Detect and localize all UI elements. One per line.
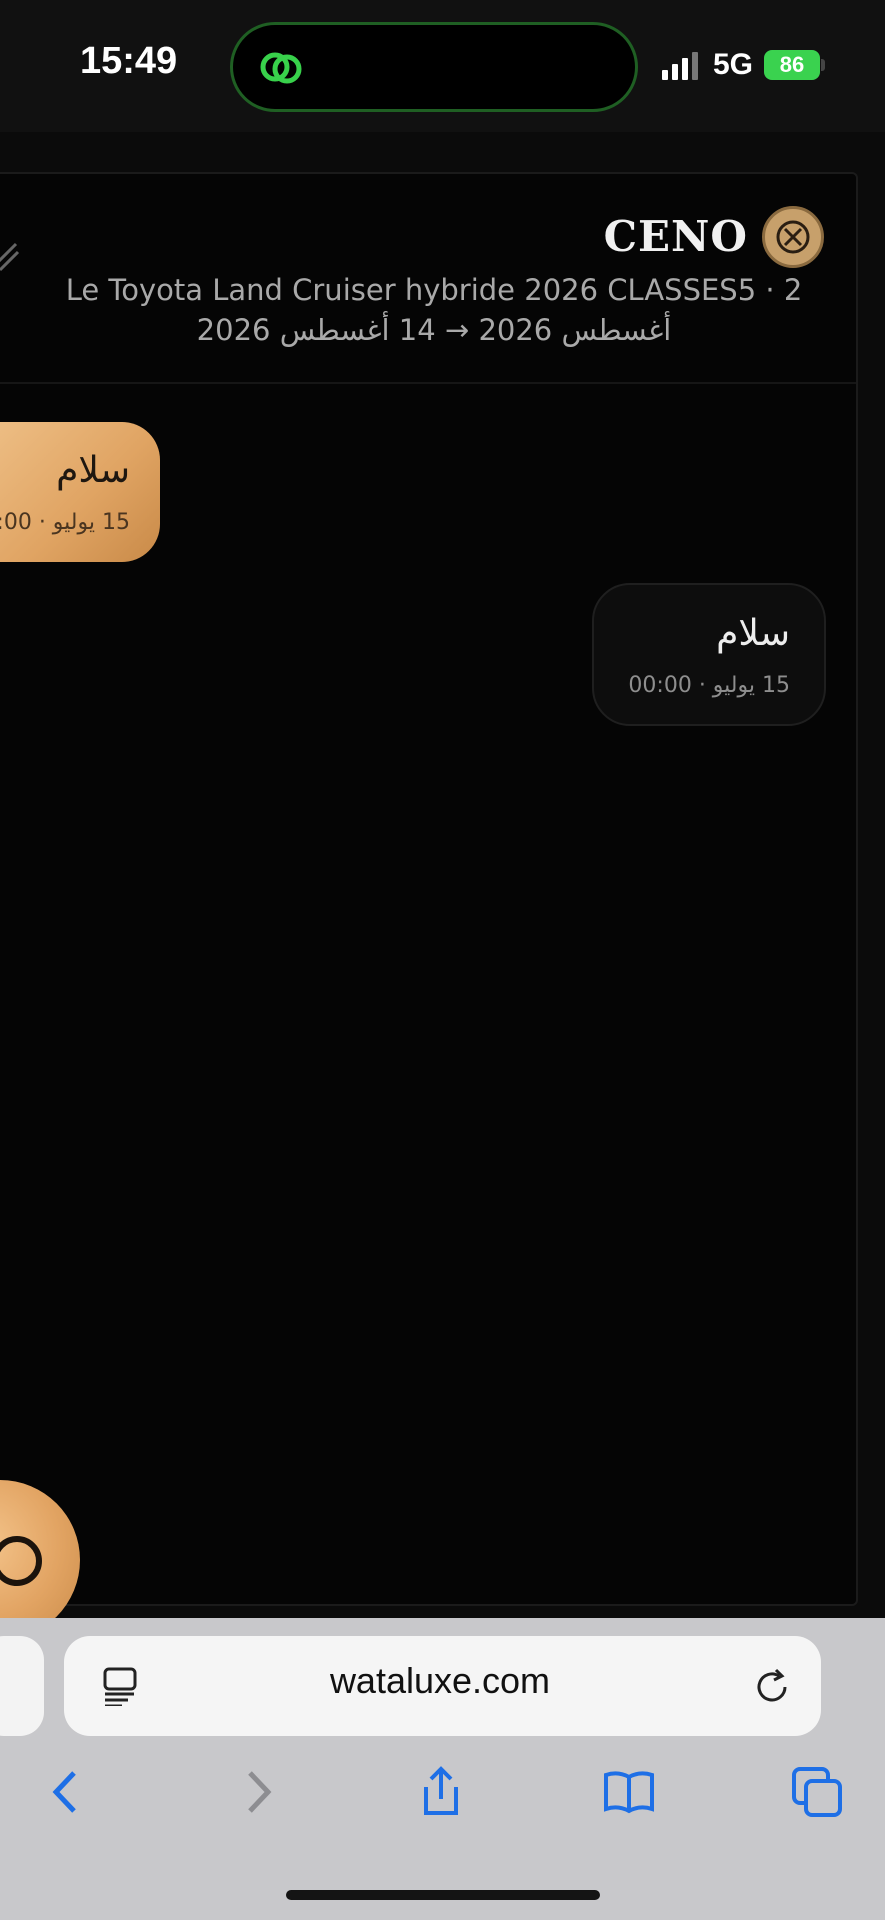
battery-cap <box>821 59 825 71</box>
chat-bubble-icon <box>0 1536 42 1586</box>
screen: 15:49 5G 86 CENO Le Toyota Land Cruiser … <box>0 0 885 1920</box>
message-timestamp: 15 يوليو · 00:00 <box>628 673 790 698</box>
battery-level: 86 <box>779 52 805 77</box>
forward-icon[interactable] <box>230 1765 284 1819</box>
chat-header: CENO Le Toyota Land Cruiser hybride 2026… <box>0 174 856 384</box>
tabs-icon[interactable] <box>790 1765 844 1819</box>
battery-indicator: 86 <box>764 50 820 80</box>
expand-icon[interactable] <box>0 234 22 274</box>
back-icon[interactable] <box>40 1765 94 1819</box>
status-time: 15:49 <box>80 40 178 82</box>
chat-modal: CENO Le Toyota Land Cruiser hybride 2026… <box>0 172 858 1606</box>
message-timestamp: 15 يوليو · 00:00 <box>0 510 130 535</box>
message-bubble-incoming: سلام 15 يوليو · 00:00 <box>0 422 160 562</box>
signal-icon <box>662 52 698 80</box>
close-button[interactable] <box>762 206 824 268</box>
message-bubble-outgoing: سلام 15 يوليو · 00:00 <box>592 583 826 726</box>
status-bar: 15:49 5G 86 <box>0 0 885 132</box>
booking-subtitle: Le Toyota Land Cruiser hybride 2026 CLAS… <box>65 273 803 347</box>
reload-icon[interactable] <box>752 1666 792 1706</box>
share-icon[interactable] <box>414 1765 468 1819</box>
close-icon <box>776 220 810 254</box>
message-text: سلام <box>716 613 790 654</box>
home-indicator <box>286 1890 600 1900</box>
reader-icon[interactable] <box>102 1666 140 1706</box>
brand-logo-text: CENO <box>603 212 748 261</box>
bookmarks-icon[interactable] <box>602 1765 656 1819</box>
message-text: سلام <box>56 450 130 491</box>
link-icon <box>260 52 302 84</box>
url-text[interactable]: wataluxe.com <box>140 1660 740 1702</box>
previous-tab-peek[interactable] <box>0 1636 44 1736</box>
network-label: 5G <box>713 48 754 81</box>
dynamic-island <box>230 22 638 112</box>
